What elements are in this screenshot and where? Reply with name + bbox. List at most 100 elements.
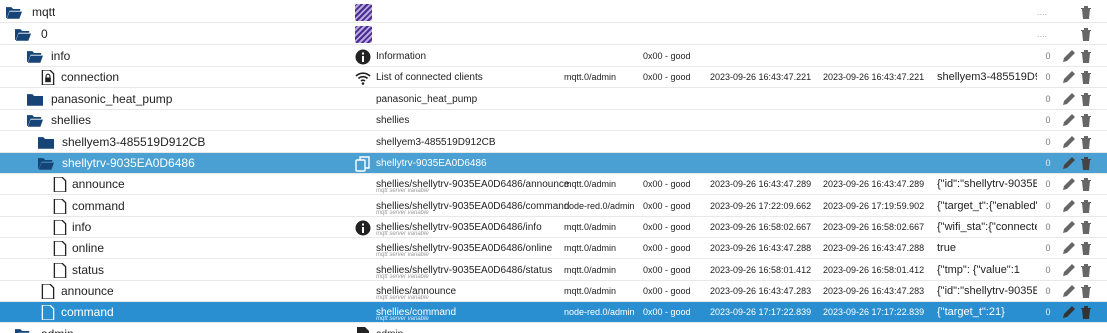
value[interactable]: {"tmp": {"value":1 — [937, 260, 1037, 281]
folder-open-icon[interactable] — [27, 113, 43, 128]
edit-icon[interactable] — [1062, 92, 1076, 106]
tree-row-trv-status[interactable]: status shellies/shellytrv-9035EA0D6486/s… — [0, 260, 1107, 281]
tree-node-label: mqtt — [32, 5, 56, 19]
timestamp: 2023-09-26 16:58:02.667 — [710, 222, 812, 232]
description: shellies/shellytrv-9035EA0D6486/command m… — [376, 196, 569, 217]
file-icon[interactable] — [52, 199, 68, 214]
file-icon[interactable] — [52, 263, 68, 278]
tree-row-trv-announce[interactable]: announce shellies/shellytrv-9035EA0D6486… — [0, 174, 1107, 195]
folder-open-icon[interactable] — [15, 27, 31, 42]
description: Information — [376, 51, 427, 62]
history-count: 0 — [1045, 222, 1051, 232]
tree-node-label: info — [72, 220, 92, 234]
quality: 0x00 - good — [643, 201, 691, 211]
tree-row-info[interactable]: info Information 0x00 - good 0 — [0, 46, 1107, 67]
description-subtext: mqtt server variable — [376, 274, 429, 280]
tree-row-trv-command[interactable]: command shellies/shellytrv-9035EA0D6486/… — [0, 196, 1107, 217]
folder-open-icon[interactable] — [6, 5, 22, 20]
tree-row-shellies-command-selected[interactable]: command shellies/command mqtt server vari… — [0, 302, 1107, 323]
last-changed: 2023-09-26 16:43:47.283 — [823, 286, 925, 296]
delete-icon[interactable] — [1080, 241, 1092, 255]
delete-icon[interactable] — [1080, 5, 1092, 19]
tree-row-shellies-announce[interactable]: announce shellies/announce mqtt server va… — [0, 281, 1107, 302]
delete-icon[interactable] — [1080, 113, 1092, 127]
edit-icon[interactable] — [1062, 70, 1076, 84]
delete-icon[interactable] — [1080, 156, 1092, 170]
edit-icon[interactable] — [1062, 241, 1076, 255]
history-count: 0 — [1045, 94, 1051, 104]
tree-node-label: online — [72, 241, 105, 255]
value[interactable]: {"id":"shellytrv-9035EA0D6486" — [937, 174, 1037, 195]
edit-icon[interactable] — [1062, 263, 1076, 277]
tree-row-connection[interactable]: connection List of connected clients mqt… — [0, 67, 1107, 88]
delete-icon[interactable] — [1080, 135, 1092, 149]
tree-node-label: 0 — [41, 27, 48, 41]
value[interactable]: {"wifi_sta":{"connected" — [937, 217, 1037, 238]
tree-row-shellyem3[interactable]: shellyem3-485519D912CB shellyem3-485519D… — [0, 132, 1107, 153]
folder-open-icon[interactable] — [15, 327, 31, 333]
quality: 0x00 - good — [643, 72, 691, 82]
tree-row-trv-info[interactable]: info shellies/shellytrv-9035EA0D6486/inf… — [0, 217, 1107, 238]
delete-icon[interactable] — [1080, 177, 1092, 191]
quality: 0x00 - good — [643, 265, 691, 275]
description: shellies/shellytrv-9035EA0D6486/info mqtt… — [376, 217, 542, 238]
tree-row-panasonic-heat-pump[interactable]: panasonic_heat_pump panasonic_heat_pump … — [0, 89, 1107, 110]
file-icon[interactable] — [52, 220, 68, 235]
folder-open-icon[interactable] — [27, 49, 43, 64]
delete-icon[interactable] — [1080, 27, 1092, 41]
edit-icon[interactable] — [1062, 177, 1076, 191]
value[interactable]: {"target_t":{"enabled": — [937, 196, 1037, 217]
file-icon[interactable] — [40, 305, 56, 320]
tree-node-label: connection — [61, 70, 120, 84]
tree-node-label: shellyem3-485519D912CB — [62, 135, 206, 149]
tree-row-mqtt[interactable]: mqtt .... — [0, 2, 1107, 23]
delete-icon[interactable] — [1080, 220, 1092, 234]
file-lock-icon[interactable] — [40, 70, 56, 85]
timestamp: 2023-09-26 17:22:09.662 — [710, 201, 812, 211]
folder-icon[interactable] — [38, 135, 54, 150]
tree-row-shellies[interactable]: shellies shellies 0 — [0, 110, 1107, 131]
edit-icon[interactable] — [1062, 49, 1076, 63]
tree-row-0[interactable]: 0 .... — [0, 24, 1107, 45]
tree-row-shellytrv-selected[interactable]: shellytrv-9035EA0D6486 shellytrv-9035EA0… — [0, 153, 1107, 174]
tree-row-trv-online[interactable]: online shellies/shellytrv-9035EA0D6486/o… — [0, 238, 1107, 259]
folder-open-icon[interactable] — [38, 156, 54, 171]
value[interactable]: true — [937, 238, 1037, 259]
value[interactable]: {"target_t":21} — [937, 302, 1037, 323]
timestamp: 2023-09-26 16:43:47.283 — [710, 286, 812, 296]
file-icon[interactable] — [40, 284, 56, 299]
history-count: 0 — [1045, 307, 1051, 317]
folder-icon[interactable] — [27, 92, 43, 107]
delete-icon[interactable] — [1080, 70, 1092, 84]
tree-row-admin[interactable]: admin admin — [0, 324, 1107, 333]
delete-icon[interactable] — [1080, 199, 1092, 213]
edit-icon[interactable] — [1062, 113, 1076, 127]
role: node-red.0/admin — [564, 201, 635, 211]
value[interactable]: shellyem3-485519D912CB — [937, 67, 1037, 88]
quality: 0x00 - good — [643, 51, 691, 61]
edit-icon[interactable] — [1062, 284, 1076, 298]
delete-icon[interactable] — [1080, 263, 1092, 277]
file-icon[interactable] — [52, 177, 68, 192]
last-changed: 2023-09-26 17:19:59.902 — [823, 201, 925, 211]
edit-icon[interactable] — [1062, 305, 1076, 319]
copy-icon[interactable] — [355, 156, 371, 172]
delete-icon[interactable] — [1080, 305, 1092, 319]
role: mqtt.0/admin — [564, 179, 617, 189]
file-icon[interactable] — [52, 241, 68, 256]
history-count: 0 — [1045, 286, 1051, 296]
description: admin — [376, 324, 403, 333]
more-indicator: .... — [1037, 7, 1048, 17]
history-count: 0 — [1045, 51, 1051, 61]
file-icon — [357, 327, 369, 333]
edit-icon[interactable] — [1062, 199, 1076, 213]
description-subtext: mqtt server variable — [376, 252, 429, 258]
description: shellies/shellytrv-9035EA0D6486/online mq… — [376, 238, 552, 259]
edit-icon[interactable] — [1062, 220, 1076, 234]
delete-icon[interactable] — [1080, 49, 1092, 63]
edit-icon[interactable] — [1062, 156, 1076, 170]
delete-icon[interactable] — [1080, 92, 1092, 106]
value[interactable]: {"id":"shellytrv-9035EA0D6486" — [937, 281, 1037, 302]
delete-icon[interactable] — [1080, 284, 1092, 298]
edit-icon[interactable] — [1062, 135, 1076, 149]
